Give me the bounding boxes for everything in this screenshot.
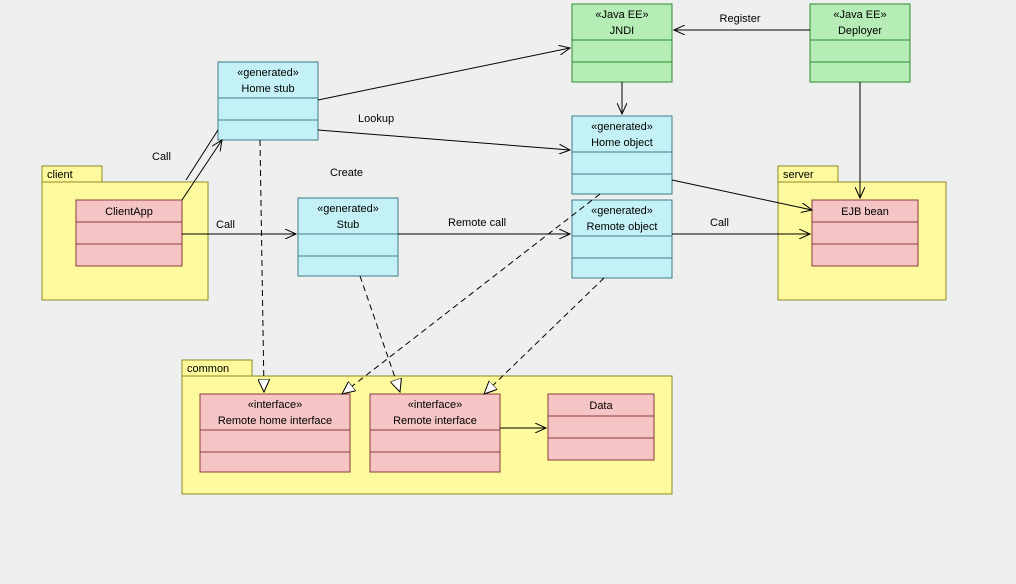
class-deployer: «Java EE» Deployer — [810, 4, 910, 82]
stub-stereo: «generated» — [317, 203, 379, 215]
class-data: Data — [548, 394, 654, 460]
class-client-app: ClientApp — [76, 200, 182, 266]
edge-create-label: Create — [330, 167, 363, 179]
edge-lookup — [318, 48, 570, 100]
class-remote-home-interface: «interface» Remote home interface — [200, 394, 350, 472]
edge-call-top-label: Call — [152, 151, 171, 163]
home-object-stereo: «generated» — [591, 121, 653, 133]
remote-object-title: Remote object — [587, 221, 658, 233]
edge-create — [318, 130, 570, 150]
edge-call-left-label: Call — [216, 219, 235, 231]
home-stub-title: Home stub — [241, 83, 294, 95]
deployer-stereo: «Java EE» — [833, 9, 886, 21]
remote-if-stereo: «interface» — [408, 399, 462, 411]
edge-remote-call-label: Remote call — [448, 217, 506, 229]
remote-home-if-title: Remote home interface — [218, 415, 332, 427]
edge-homestub-client — [186, 130, 218, 180]
class-remote-object: «generated» Remote object — [572, 200, 672, 278]
home-stub-stereo: «generated» — [237, 67, 299, 79]
edge-lookup-label: Lookup — [358, 113, 394, 125]
pkg-client-label: client — [47, 169, 73, 181]
edge-register-label: Register — [720, 13, 761, 25]
pkg-server-label: server — [783, 169, 814, 181]
data-title: Data — [589, 400, 613, 412]
edge-stub-rif — [360, 276, 400, 392]
remote-home-if-stereo: «interface» — [248, 399, 302, 411]
edge-homestub-rhif — [260, 140, 264, 392]
stub-title: Stub — [337, 219, 360, 231]
class-home-stub: «generated» Home stub — [218, 62, 318, 140]
ejb-bean-title: EJB bean — [841, 206, 889, 218]
edge-call-right-label: Call — [710, 217, 729, 229]
class-remote-interface: «interface» Remote interface — [370, 394, 500, 472]
deployer-title: Deployer — [838, 25, 882, 37]
class-jndi: «Java EE» JNDI — [572, 4, 672, 82]
home-object-title: Home object — [591, 137, 653, 149]
jndi-stereo: «Java EE» — [595, 9, 648, 21]
class-ejb-bean: EJB bean — [812, 200, 918, 266]
remote-if-title: Remote interface — [393, 415, 477, 427]
jndi-title: JNDI — [610, 25, 634, 37]
pkg-common-label: common — [187, 363, 229, 375]
class-stub: «generated» Stub — [298, 198, 398, 276]
class-home-object: «generated» Home object — [572, 116, 672, 194]
remote-object-stereo: «generated» — [591, 205, 653, 217]
client-app-title: ClientApp — [105, 206, 153, 218]
